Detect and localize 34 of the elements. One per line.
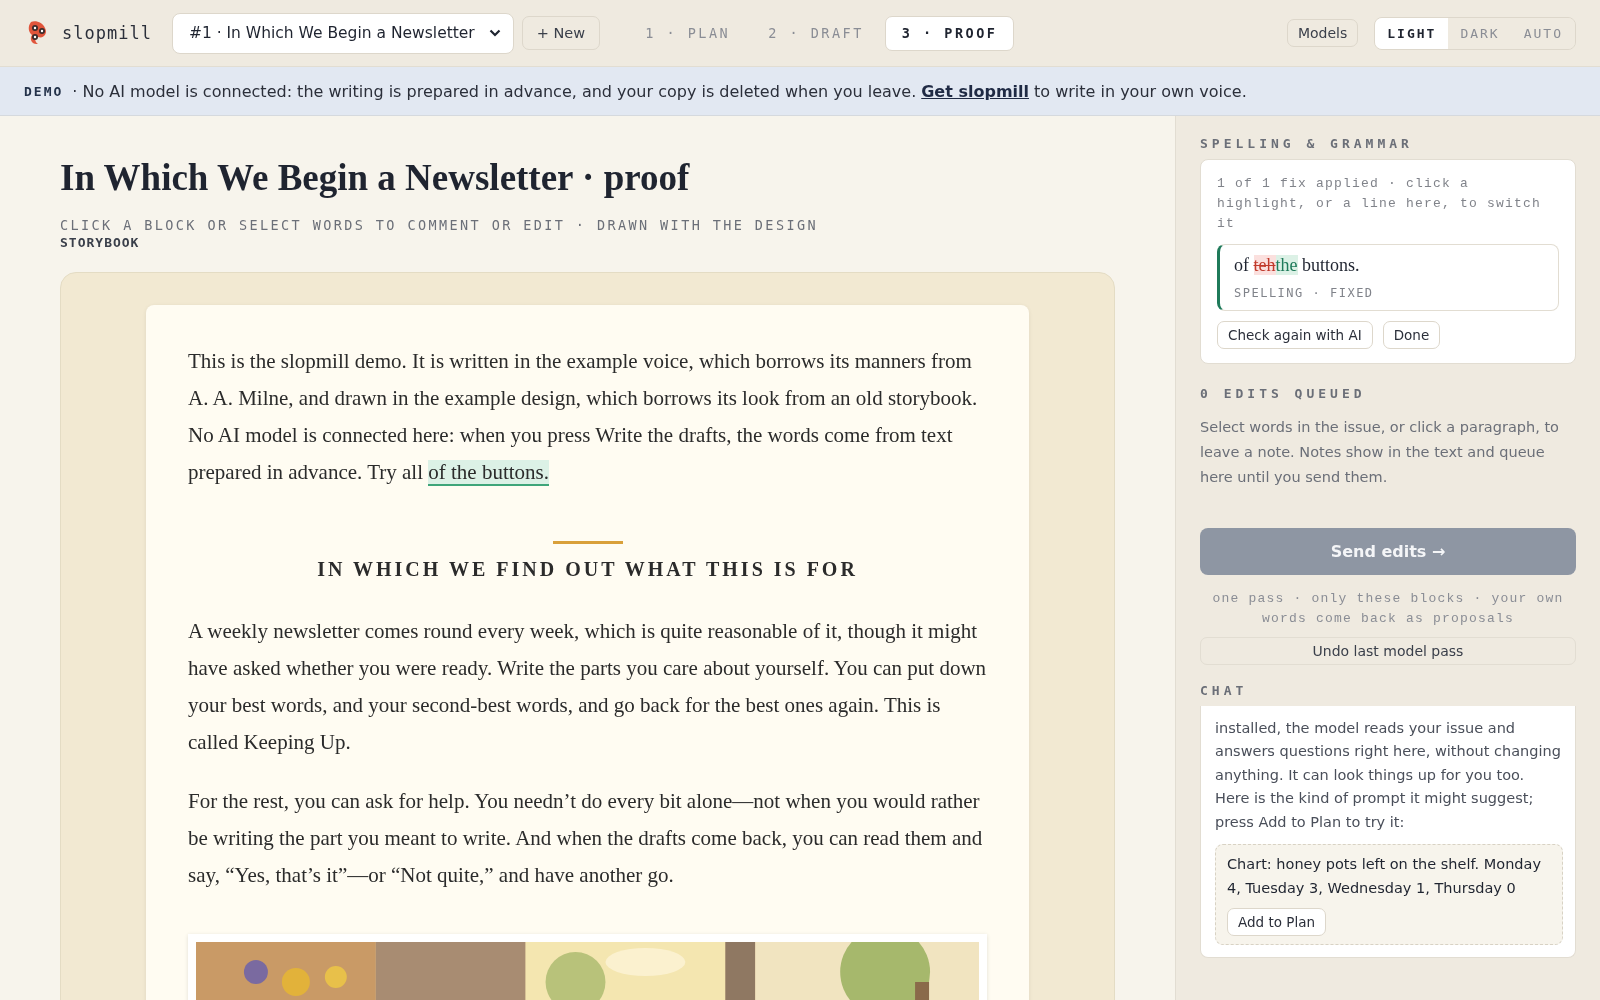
fix-status: SPELLING · FIXED (1234, 286, 1375, 300)
banner-text: to write in your own voice. (1034, 81, 1247, 101)
chat-message: installed, the model reads your issue and answers questions right here, without changing anything. It can look things up for you too. Here is the kind of prompt it might suggest; press Add to Plan to try it: (1215, 718, 1562, 832)
edits-hint: Select words in the issue, or click a paragraph, to leave a note. Notes show in the text and queue here until you send them. (1200, 418, 1560, 487)
fix-text: of tehthe buttons. (1234, 255, 1361, 276)
add-to-plan-button[interactable]: Add to Plan (1227, 908, 1326, 936)
send-note: one pass · only these blocks · your own words come back as proposals (1211, 590, 1565, 628)
paragraph[interactable]: This is the slopmill demo. It is written in the example voice, which borrows its manners from A. A. Milne, and drawn in the example design, which borrows its look from an old storybook. No AI model is connected here: when you press Write the drafts, the words come from text prepared in advance. Try all of the buttons. (188, 343, 987, 491)
suggested-prompt: Chart: honey pots left on the shelf. Monday 4, Tuesday 3, Wednesday 1, Thursday 0 (1227, 855, 1542, 898)
page-subtitle: CLICK A BLOCK OR SELECT WORDS TO COMMENT OR EDIT · DRAWN WITH THE DESIGN (60, 217, 819, 233)
paragraph[interactable]: A weekly newsletter comes round every week, which is quite reasonable of it, though it might have asked whether you were ready. Write the parts you care about yourself. You can put down your best words, and your second-best words, and go back for the best ones again. This is called Keeping Up. (188, 613, 987, 761)
issue-select[interactable]: #1 · In Which We Begin a Newsletter (171, 12, 514, 54)
ornament-rule (552, 541, 623, 544)
action-button[interactable]: Check again with AI (1217, 321, 1373, 349)
demo-tag: DEMO (24, 83, 64, 99)
fix-summary: 1 of 1 fix applied · click a highlight, or a line here, to switch it (1217, 175, 1543, 233)
brand-name: slopmill (62, 23, 152, 43)
get-slopmill-link[interactable]: Get slopmill (921, 81, 1029, 101)
fix-card[interactable]: of tehthe buttons. SPELLING · FIXED (1217, 244, 1559, 311)
section-label: CHAT (1200, 683, 1249, 698)
paragraph[interactable]: For the rest, you can ask for help. You needn’t do every bit alone—not when you would rather be writing the part you meant to write. And when the drafts come back, you can read them and say, “Yes, that’s it”—or “Not quite,” and have another go. (188, 783, 987, 894)
chevron-down-icon (488, 29, 501, 37)
section-label: 0 EDITS QUEUED (1200, 386, 1367, 401)
models-button[interactable]: Models (1286, 19, 1359, 47)
new-button[interactable]: + New (521, 16, 601, 50)
section-heading[interactable]: IN WHICH WE FIND OUT WHAT THIS IS FOR (188, 558, 987, 581)
design-name: STORYBOOK (60, 235, 141, 250)
action-button[interactable]: Done (1382, 321, 1441, 349)
undo-button[interactable]: Undo last model pass (1200, 637, 1576, 665)
page-title: In Which We Begin a Newsletter · proof (60, 156, 691, 199)
banner-text: · No AI model is connected: the writing is prepared in advance, and your copy is deleted when you leave. (72, 81, 917, 101)
theme-option[interactable]: LIGHT (1375, 17, 1449, 49)
section-label: SPELLING & GRAMMAR (1200, 136, 1414, 151)
step-tab[interactable]: 3 · PROOF (884, 15, 1015, 51)
